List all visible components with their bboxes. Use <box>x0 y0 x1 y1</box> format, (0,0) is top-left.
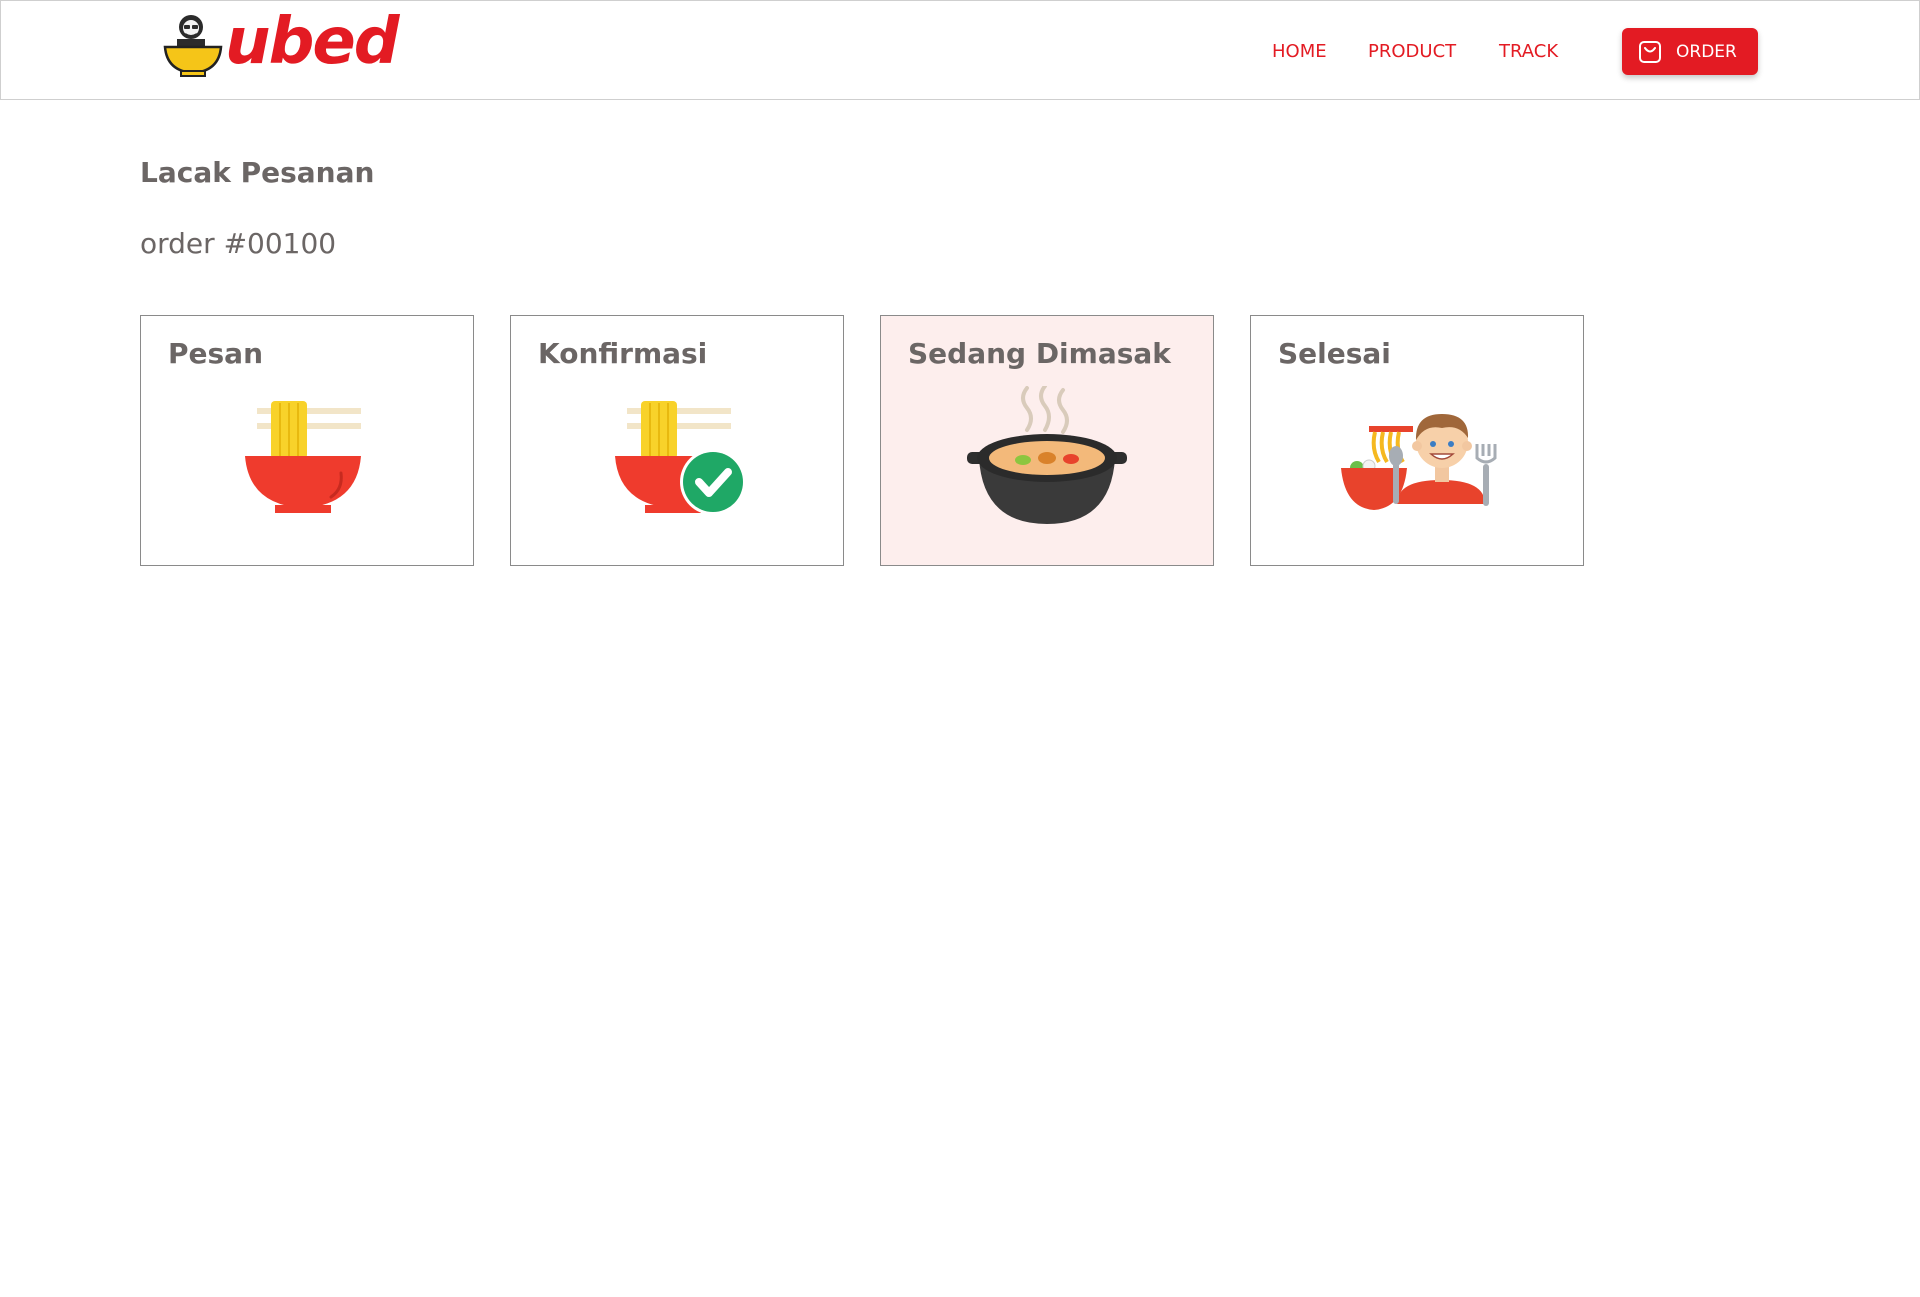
shopping-bag-icon <box>1639 40 1661 63</box>
page-title: Lacak Pesanan <box>140 156 375 189</box>
step-label: Selesai <box>1278 337 1391 370</box>
mascot-bowl-icon <box>163 15 223 77</box>
order-button-label: ORDER <box>1676 41 1737 62</box>
step-label: Pesan <box>168 337 264 370</box>
noodle-bowl-check-icon <box>615 401 746 515</box>
order-button[interactable]: ORDER <box>1622 28 1758 75</box>
step-card-sedang-dimasak: Sedang Dimasak <box>880 315 1214 566</box>
order-number: order #00100 <box>140 227 337 260</box>
nav-home[interactable]: HOME <box>1272 41 1327 62</box>
step-card-pesan: Pesan <box>140 315 474 566</box>
cooking-pot-icon <box>967 386 1127 524</box>
man-eating-noodles-icon <box>1341 414 1497 510</box>
nav-product[interactable]: PRODUCT <box>1368 41 1456 62</box>
step-card-selesai: Selesai <box>1250 315 1584 566</box>
brand-wordmark: ubed <box>225 5 400 79</box>
step-label: Konfirmasi <box>538 337 708 370</box>
nav-track[interactable]: TRACK <box>1499 41 1558 62</box>
noodle-bowl-icon <box>245 401 361 513</box>
brand-logo[interactable]: ubed <box>163 5 400 81</box>
step-card-konfirmasi: Konfirmasi <box>510 315 844 566</box>
step-label: Sedang Dimasak <box>908 337 1171 370</box>
site-header: ubed HOME PRODUCT TRACK ORDER <box>0 0 1920 100</box>
